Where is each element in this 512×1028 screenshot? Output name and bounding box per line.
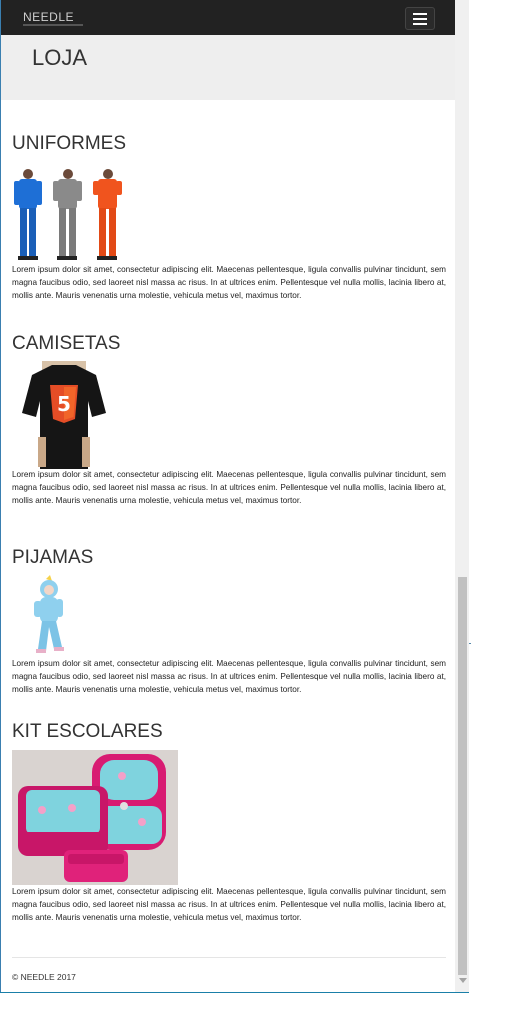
scrollbar-thumb[interactable]: [458, 577, 467, 975]
uniform-gray-figure: [53, 169, 82, 260]
section-title: CAMISETAS: [12, 333, 121, 354]
hamburger-menu-button[interactable]: [405, 7, 435, 30]
section-camisetas: CAMISETAS 5 Lorem ipsum dolor sit amet, …: [12, 333, 446, 507]
footer-copyright: © NEEDLE 2017: [12, 972, 76, 982]
footer-divider: [12, 957, 446, 958]
section-description: Lorem ipsum dolor sit amet, consectetur …: [12, 887, 446, 922]
section-description: Lorem ipsum dolor sit amet, consectetur …: [12, 470, 446, 505]
section-uniformes: UNIFORMES Lorem ipsum dolor sit amet, co…: [12, 133, 446, 302]
uniform-blue-figure: [14, 169, 42, 260]
uniforms-image: [12, 168, 446, 262]
top-navbar: NEEDLE: [1, 0, 455, 35]
viewport-left-border: [0, 0, 1, 992]
hamburger-bar-icon: [413, 22, 427, 25]
brand-underline: [23, 24, 83, 26]
section-pijamas: PIJAMAS Lorem ipsum dolor sit amet, cons…: [12, 547, 446, 696]
accent-divider: [469, 643, 471, 644]
section-title: KIT ESCOLARES: [12, 721, 163, 742]
page-header: LOJA: [1, 35, 455, 100]
uniform-orange-figure: [93, 169, 122, 260]
section-title: UNIFORMES: [12, 133, 126, 154]
hamburger-bar-icon: [413, 17, 427, 20]
section-description: Lorem ipsum dolor sit amet, consectetur …: [12, 265, 446, 300]
section-kit-escolares: KIT ESCOLARES Lorem ipsum dolor sit amet…: [12, 721, 446, 924]
section-description: Lorem ipsum dolor sit amet, consectetur …: [12, 659, 446, 694]
hamburger-bar-icon: [413, 12, 427, 15]
navbar-brand[interactable]: NEEDLE: [23, 10, 74, 24]
scroll-down-arrow-icon[interactable]: [459, 978, 467, 983]
tshirt-image: 5: [20, 361, 446, 469]
school-kit-image: [12, 750, 446, 885]
svg-text:5: 5: [57, 392, 71, 416]
pajama-image: [34, 575, 446, 657]
page-title: LOJA: [32, 45, 88, 70]
section-title: PIJAMAS: [12, 547, 94, 568]
